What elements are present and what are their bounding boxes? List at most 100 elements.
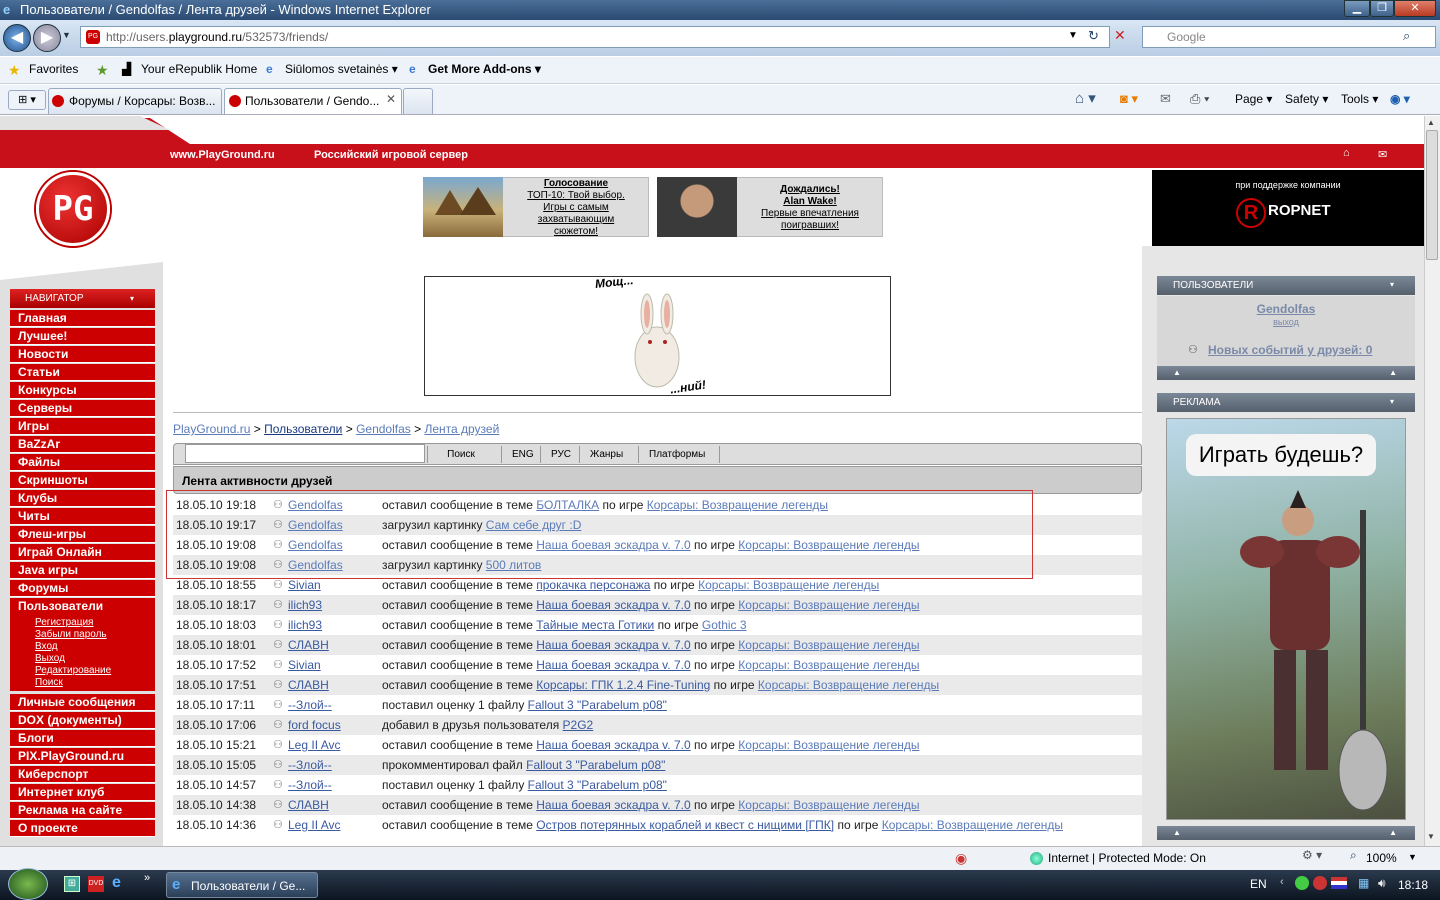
promo-vote-text[interactable]: Голосование ТОП-10: Твой выбор. Игры с с…	[506, 178, 646, 238]
feed-target[interactable]: Fallout 3 "Parabelum p08"	[526, 758, 665, 772]
nav-item[interactable]: Форумы	[10, 580, 155, 597]
nav-subitem[interactable]: Поиск	[35, 677, 63, 689]
feed-game[interactable]: Корсары: Возвращение легенды	[738, 798, 919, 812]
print-icon[interactable]: ⎙ ▾	[1190, 90, 1209, 108]
search-icon[interactable]: ⌕	[1403, 28, 1410, 44]
feed-target[interactable]: Наша боевая эскадра v. 7.0	[536, 658, 690, 672]
nav-item[interactable]: DOX (документы)	[10, 712, 155, 729]
tray-skype-icon[interactable]	[1295, 876, 1309, 890]
feed-target[interactable]: Fallout 3 "Parabelum p08"	[528, 698, 667, 712]
address-bar[interactable]: http://users.playground.ru/532573/friend…	[80, 26, 1110, 48]
nav-item[interactable]: Лучшее!	[10, 328, 155, 345]
home-icon[interactable]: ⌂ ▾	[1075, 90, 1096, 108]
tray-opera-icon[interactable]	[1313, 876, 1327, 890]
new-tab-button[interactable]	[403, 88, 433, 114]
feed-user[interactable]: СЛАВН	[288, 635, 329, 655]
nav-subitem[interactable]: Редактирование	[35, 665, 111, 677]
zoom-level[interactable]: 100%	[1366, 846, 1397, 870]
platforms-button[interactable]: Платформы	[638, 446, 721, 463]
nav-item[interactable]: Java игры	[10, 562, 155, 579]
new-events-link[interactable]: Новых событий у друзей: 0	[1208, 343, 1372, 357]
fav-link-erepublik[interactable]: Your eRepublik Home	[141, 62, 257, 76]
page-menu[interactable]: Page ▾	[1235, 90, 1272, 108]
tray-expand-icon[interactable]: ‹	[1280, 876, 1284, 888]
feed-target[interactable]: Тайные места Готики	[536, 618, 654, 632]
feed-target[interactable]: Остров потерянных кораблей и квест с нищ…	[536, 818, 834, 832]
language-indicator[interactable]: EN	[1250, 870, 1267, 898]
tools-menu[interactable]: Tools ▾	[1341, 90, 1378, 108]
nav-item[interactable]: Киберспорт	[10, 766, 155, 783]
feed-user[interactable]: ford focus	[288, 715, 341, 735]
quicklaunch-editor-icon[interactable]: ⊞	[64, 876, 80, 892]
help-icon[interactable]: ◉ ▾	[1390, 90, 1410, 108]
clock[interactable]: 18:18	[1398, 870, 1428, 900]
nav-item[interactable]: Игры	[10, 418, 155, 435]
feed-game[interactable]: Gothic 3	[702, 618, 747, 632]
forward-button[interactable]: ▶	[33, 24, 61, 52]
start-button[interactable]	[8, 868, 48, 900]
nav-item[interactable]: BaZzAr	[10, 436, 155, 453]
site-search-input[interactable]	[185, 444, 425, 463]
site-logo[interactable]: PG	[36, 172, 110, 246]
mail-site-icon[interactable]: ✉	[1378, 148, 1387, 161]
search-button[interactable]: Поиск	[427, 446, 494, 463]
favorites-button[interactable]: Favorites	[29, 62, 78, 76]
tray-flag-icon[interactable]	[1331, 877, 1347, 889]
tray-volume-icon[interactable]: 🔊︎	[1378, 876, 1386, 891]
nav-subitem[interactable]: Забыли пароль	[35, 629, 107, 641]
nav-item[interactable]: Новости	[10, 346, 155, 363]
feed-target[interactable]: Корсары: ГПК 1.2.4 Fine-Tuning	[536, 678, 710, 692]
nav-item[interactable]: Статьи	[10, 364, 155, 381]
feed-game[interactable]: Корсары: Возвращение легенды	[882, 818, 1063, 832]
tab-users[interactable]: Пользователи / Gendo...	[224, 88, 402, 114]
breadcrumb-feed[interactable]: Лента друзей	[424, 422, 499, 436]
promo-alanwake-text[interactable]: Дождались! Alan Wake! Первые впечатления…	[740, 184, 880, 232]
feed-game[interactable]: Корсары: Возвращение легенды	[738, 638, 919, 652]
eng-button[interactable]: ENG	[501, 446, 544, 463]
fav-link-addons[interactable]: Get More Add-ons ▾	[428, 62, 541, 76]
search-input[interactable]: Google	[1142, 26, 1436, 48]
collapse-icon[interactable]: ▾	[1390, 397, 1394, 406]
safety-menu[interactable]: Safety ▾	[1285, 90, 1328, 108]
breadcrumb-home[interactable]: PlayGround.ru	[173, 422, 250, 436]
nav-item[interactable]: Главная	[10, 310, 155, 327]
tab-forums[interactable]: Форумы / Корсары: Возв...	[48, 88, 222, 114]
nav-item[interactable]: Серверы	[10, 400, 155, 417]
breadcrumb-user[interactable]: Gendolfas	[356, 422, 411, 436]
nav-item[interactable]: Блоги	[10, 730, 155, 747]
logout-link[interactable]: выход	[1157, 317, 1415, 327]
close-button[interactable]: ✕	[1394, 0, 1436, 17]
quicklaunch-ie-icon[interactable]: e	[112, 874, 121, 892]
protected-mode-icon[interactable]: ⚙ ▾	[1302, 848, 1322, 862]
quicklaunch-dvd-icon[interactable]: DVD	[88, 876, 104, 892]
nav-subitem[interactable]: Выход	[35, 653, 65, 665]
nav-item[interactable]: О проекте	[10, 820, 155, 837]
genres-button[interactable]: Жанры	[579, 446, 633, 463]
nav-subitem[interactable]: Регистрация	[35, 617, 93, 629]
nav-item[interactable]: Читы	[10, 508, 155, 525]
feed-target[interactable]: Наша боевая эскадра v. 7.0	[536, 738, 690, 752]
refresh-icon[interactable]: ↻	[1088, 28, 1099, 44]
feed-target[interactable]: Наша боевая эскадра v. 7.0	[536, 638, 690, 652]
nav-item[interactable]: Интернет клуб	[10, 784, 155, 801]
nav-item[interactable]: Скриншоты	[10, 472, 155, 489]
feed-user[interactable]: ilich93	[288, 595, 322, 615]
collapse-icon[interactable]: ▾	[1390, 280, 1394, 289]
feed-user[interactable]: --Злой--	[288, 755, 332, 775]
zoom-dropdown-icon[interactable]: ▼	[1408, 852, 1417, 862]
nav-item[interactable]: Играй Онлайн	[10, 544, 155, 561]
mail-icon[interactable]: ✉	[1160, 90, 1171, 108]
nav-item[interactable]: Флеш-игры	[10, 526, 155, 543]
nav-item[interactable]: Реклама на сайте	[10, 802, 155, 819]
feed-game[interactable]: Корсары: Возвращение легенды	[698, 578, 879, 592]
scrollbar-thumb[interactable]	[1426, 130, 1438, 260]
feed-game[interactable]: Корсары: Возвращение легенды	[738, 658, 919, 672]
scroll-up-icon[interactable]: ▲	[1427, 118, 1435, 127]
scroll-down-icon[interactable]: ▼	[1427, 832, 1435, 841]
nav-subitem[interactable]: Вход	[35, 641, 58, 653]
fav-link-suggested-sites[interactable]: Siūlomos svetainės ▾	[285, 62, 398, 76]
site-domain[interactable]: www.PlayGround.ru	[170, 149, 275, 161]
feed-game[interactable]: Корсары: Возвращение легенды	[758, 678, 939, 692]
feed-target[interactable]: Наша боевая эскадра v. 7.0	[536, 798, 690, 812]
taskbar-item-ie[interactable]: Пользователи / Ge...	[166, 872, 318, 898]
